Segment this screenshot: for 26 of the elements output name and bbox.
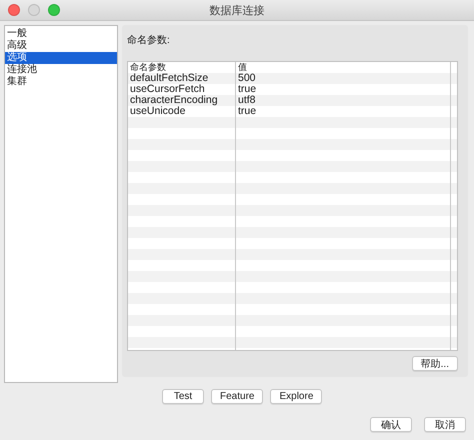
table-cell-text: defaultFetchSize	[129, 73, 210, 84]
table-cell-text: true	[237, 84, 258, 95]
zoom-button[interactable]	[48, 4, 60, 16]
minimize-button[interactable]	[28, 4, 40, 16]
table-cell-text: 500	[237, 73, 257, 84]
column-header[interactable]: 命名参数	[128, 62, 236, 73]
action-button[interactable]: Test	[162, 389, 204, 404]
panel-heading: 命名参数:	[127, 34, 171, 48]
sidebar-item[interactable]: 选项	[5, 52, 117, 64]
sidebar-item[interactable]: 一般	[5, 28, 117, 40]
action-button[interactable]: Explore	[270, 389, 322, 404]
table-cell-text: useUnicode	[129, 106, 186, 117]
close-button[interactable]	[8, 4, 20, 16]
table-cell-text: true	[237, 106, 258, 117]
window-title: 数据库连接	[210, 4, 264, 18]
sidebar-item[interactable]: 连接池	[5, 64, 117, 76]
action-button[interactable]: Feature	[211, 389, 264, 404]
dialog-button[interactable]: 确认	[370, 417, 412, 432]
table-cell-text: useCursorFetch	[129, 84, 206, 95]
sidebar-item[interactable]: 高级	[5, 40, 117, 52]
sidebar-item[interactable]: 集群	[5, 76, 117, 88]
help-button[interactable]: 帮助...	[412, 356, 458, 371]
column-header[interactable]: 值	[236, 62, 451, 73]
dialog-button[interactable]: 取消	[424, 417, 466, 432]
table-cell-text: characterEncoding	[129, 95, 219, 106]
table-cell-text: utf8	[237, 95, 257, 106]
